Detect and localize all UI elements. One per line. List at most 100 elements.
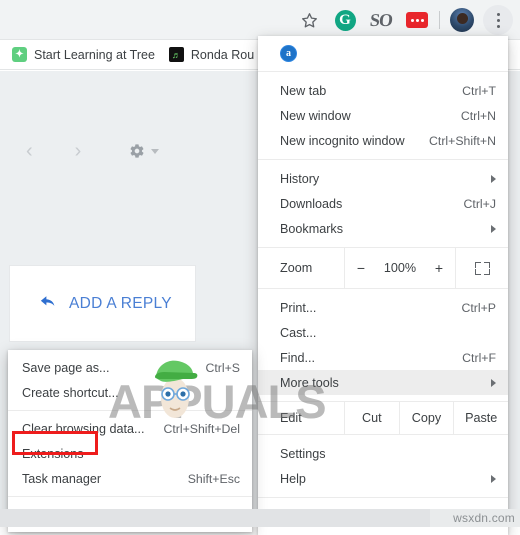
menu-item-help[interactable]: Help — [258, 466, 508, 491]
chevron-right-icon — [491, 174, 496, 183]
menu-item-print[interactable]: Print... Ctrl+P — [258, 295, 508, 320]
reply-arrow-icon — [40, 295, 57, 312]
fullscreen-icon — [474, 261, 490, 275]
menu-group-settings: Settings Help — [258, 435, 508, 497]
chevron-right-icon — [491, 224, 496, 233]
wsxdn-watermark: wsxdn.com — [453, 511, 515, 525]
chevron-right-icon — [491, 474, 496, 483]
gray-extension-glyph: SO — [368, 9, 394, 30]
menu-item-find[interactable]: Find... Ctrl+F — [258, 345, 508, 370]
menu-group-browse: History Downloads Ctrl+J Bookmarks — [258, 159, 508, 247]
menu-item-accel: Ctrl+N — [460, 108, 496, 123]
thread-navigation: ‹ › — [0, 131, 258, 171]
menu-item-new-window[interactable]: New window Ctrl+N — [258, 103, 508, 128]
edit-row: Edit Cut Copy Paste — [258, 401, 508, 435]
menu-item-accel: Ctrl+P — [461, 300, 496, 315]
menu-item-label: New window — [280, 108, 351, 123]
submenu-item-label: Task manager — [22, 471, 102, 486]
menu-item-label: Cast... — [280, 325, 317, 340]
zoom-label: Zoom — [280, 261, 313, 275]
menu-item-accel: Ctrl+J — [463, 196, 496, 211]
copy-button[interactable]: Copy — [398, 402, 454, 434]
paste-button[interactable]: Paste — [453, 402, 508, 434]
zoom-row: Zoom − 100% + — [258, 247, 508, 289]
menu-avatar-icon: a — [280, 45, 297, 62]
menu-item-bookmarks[interactable]: Bookmarks — [258, 216, 508, 241]
menu-item-more-tools[interactable]: More tools — [258, 370, 508, 395]
chrome-menu-button-bg — [483, 5, 513, 35]
bottom-strip-inner — [0, 509, 430, 527]
submenu-item-task-manager[interactable]: Task manager Shift+Esc — [8, 466, 252, 491]
chevron-down-icon — [151, 148, 160, 154]
kebab-dots — [496, 12, 500, 28]
add-reply-label: ADD A REPLY — [69, 294, 172, 312]
menu-item-label: More tools — [280, 375, 339, 390]
menu-item-settings[interactable]: Settings — [258, 441, 508, 466]
menu-item-label: Bookmarks — [280, 221, 343, 236]
music-icon: ♬ — [168, 47, 184, 62]
submenu-group-tools: Clear browsing data... Ctrl+Shift+Del Ex… — [8, 410, 252, 496]
submenu-item-label: Create shortcut... — [22, 385, 119, 400]
grammarly-extension-icon[interactable]: G — [327, 4, 363, 36]
menu-item-cast[interactable]: Cast... — [258, 320, 508, 345]
menu-item-new-incognito-window[interactable]: New incognito window Ctrl+Shift+N — [258, 128, 508, 153]
red-extension-icon[interactable] — [399, 4, 435, 36]
submenu-group-save: Save page as... Ctrl+S Create shortcut..… — [8, 350, 252, 410]
menu-item-history[interactable]: History — [258, 166, 508, 191]
next-page-icon[interactable]: › — [75, 140, 82, 163]
menu-item-label: Settings — [280, 446, 326, 461]
menu-item-accel: Ctrl+Shift+N — [429, 133, 496, 148]
red-extension-glyph — [406, 12, 428, 28]
submenu-item-label: Save page as... — [22, 360, 110, 375]
submenu-item-save-page-as[interactable]: Save page as... Ctrl+S — [8, 355, 252, 380]
submenu-item-accel: Ctrl+S — [205, 360, 240, 375]
menu-item-label: Print... — [280, 300, 317, 315]
menu-item-label: Help — [280, 471, 306, 486]
submenu-item-create-shortcut[interactable]: Create shortcut... — [8, 380, 252, 405]
zoom-in-button[interactable]: + — [433, 260, 445, 276]
fullscreen-button[interactable] — [456, 248, 508, 288]
submenu-item-label: Extensions — [22, 446, 84, 461]
toolbar-icon-group: G SO — [291, 3, 516, 37]
menu-group-new: New tab Ctrl+T New window Ctrl+N New inc… — [258, 72, 508, 159]
chrome-menu-icon[interactable] — [480, 4, 516, 36]
add-reply-button[interactable]: ADD A REPLY — [10, 266, 195, 341]
settings-gear-button[interactable] — [129, 143, 160, 159]
toolbar-divider — [439, 11, 440, 29]
submenu-item-extensions[interactable]: Extensions — [8, 441, 252, 466]
zoom-level-value: 100% — [383, 261, 417, 275]
browser-toolbar: G SO — [0, 0, 520, 40]
submenu-item-accel: Ctrl+Shift+Del — [163, 421, 240, 436]
menu-group-print: Print... Ctrl+P Cast... Find... Ctrl+F M… — [258, 289, 508, 401]
bookmark-label: Start Learning at Tree — [34, 47, 155, 62]
bottom-strip — [0, 509, 520, 527]
menu-item-label: Find... — [280, 350, 315, 365]
submenu-item-clear-browsing-data[interactable]: Clear browsing data... Ctrl+Shift+Del — [8, 416, 252, 441]
menu-item-downloads[interactable]: Downloads Ctrl+J — [258, 191, 508, 216]
menu-item-new-tab[interactable]: New tab Ctrl+T — [258, 78, 508, 103]
avatar-image — [450, 8, 474, 32]
menu-item-label: New incognito window — [280, 133, 405, 148]
chrome-main-menu: a New tab Ctrl+T New window Ctrl+N New i… — [258, 36, 508, 535]
bookmark-star-icon[interactable] — [291, 4, 327, 36]
menu-item-accel: Ctrl+T — [462, 83, 496, 98]
bookmark-item-ronda[interactable]: ♬ Ronda Rou — [168, 47, 255, 62]
bookmark-item-treehouse[interactable]: ✦ Start Learning at Tree — [12, 47, 155, 62]
cut-button[interactable]: Cut — [344, 402, 399, 434]
menu-item-label: History — [280, 171, 320, 186]
menu-item-accel: Ctrl+F — [462, 350, 496, 365]
gear-icon — [130, 144, 144, 158]
profile-avatar[interactable] — [444, 4, 480, 36]
treehouse-icon: ✦ — [12, 47, 27, 62]
zoom-controls: − 100% + — [344, 248, 456, 288]
gray-extension-icon[interactable]: SO — [363, 4, 399, 36]
prev-page-icon[interactable]: ‹ — [26, 140, 33, 163]
grammarly-glyph: G — [334, 9, 356, 31]
submenu-item-accel: Shift+Esc — [187, 471, 240, 486]
bookmark-label: Ronda Rou — [190, 47, 255, 62]
menu-profile-row[interactable]: a — [258, 36, 508, 72]
menu-item-label: Downloads — [280, 196, 343, 211]
menu-item-label: New tab — [280, 83, 327, 98]
zoom-out-button[interactable]: − — [355, 260, 367, 276]
submenu-item-label: Clear browsing data... — [22, 421, 145, 436]
